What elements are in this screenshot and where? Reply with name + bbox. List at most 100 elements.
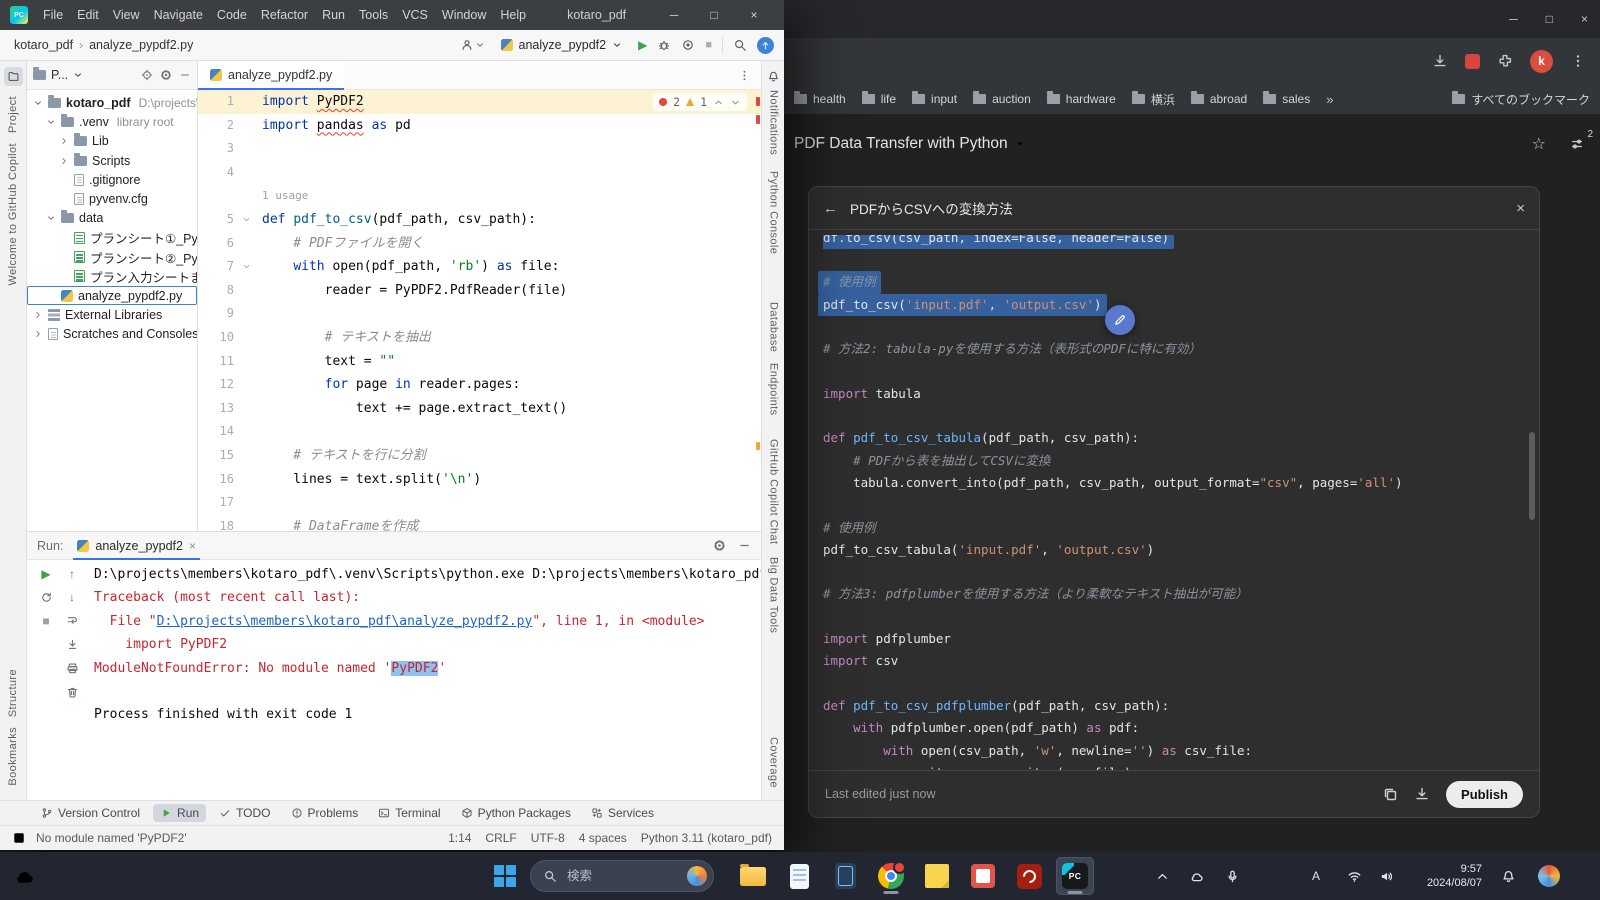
up-stack-trace-icon[interactable]: ↑	[69, 568, 75, 580]
menu-item-vcs[interactable]: VCS	[395, 0, 435, 30]
status-message[interactable]: No module named 'PyPDF2'	[36, 831, 187, 845]
model-settings-button[interactable]: 2	[1570, 137, 1584, 151]
tree-item[interactable]: data	[27, 209, 197, 228]
copilot-icon[interactable]	[1538, 865, 1560, 887]
tool-button-todo[interactable]: TODO	[212, 804, 277, 822]
user-menu-button[interactable]	[460, 38, 485, 52]
project-panel-title[interactable]: P...	[51, 68, 68, 82]
tree-item[interactable]: .gitignore	[27, 170, 197, 189]
extensions-puzzle-icon[interactable]	[1497, 53, 1513, 69]
tree-item[interactable]: .venvlibrary root	[27, 112, 197, 131]
minimize-icon[interactable]	[738, 539, 751, 552]
status-item[interactable]: UTF-8	[531, 831, 565, 845]
editor-tab[interactable]: analyze_pypdf2.py	[198, 61, 344, 89]
download-icon[interactable]	[1414, 786, 1430, 802]
tool-label-bookmarks[interactable]: Bookmarks	[8, 727, 19, 786]
volume-icon[interactable]	[1376, 852, 1396, 900]
run-button[interactable]: ▶	[638, 39, 647, 51]
tree-item[interactable]: Scratches and Consoles	[27, 325, 197, 344]
bookmark-item[interactable]: 横浜	[1132, 91, 1175, 108]
status-item[interactable]: Python 3.11 (kotaro_pdf)	[641, 831, 772, 845]
tool-label-structure[interactable]: Structure	[8, 669, 19, 717]
microphone-icon[interactable]	[1222, 852, 1242, 900]
gear-icon[interactable]	[160, 69, 172, 81]
tool-button-python-packages[interactable]: Python Packages	[454, 804, 578, 822]
onedrive-cloud-icon[interactable]	[1186, 852, 1206, 900]
tool-button-problems[interactable]: Problems	[284, 804, 366, 822]
hide-panel-icon[interactable]	[179, 69, 191, 81]
taskbar-app-chrome[interactable]	[872, 857, 910, 895]
taskbar-clock[interactable]: 9:57 2024/08/07	[1404, 852, 1482, 900]
tool-window-switcher-icon[interactable]	[12, 831, 26, 845]
bookmark-item[interactable]: auction	[973, 92, 1031, 106]
tool-button-run[interactable]: Run	[153, 804, 206, 822]
menu-item-refactor[interactable]: Refactor	[254, 0, 315, 30]
tree-item[interactable]: Lib	[27, 132, 197, 151]
chevron-down-icon[interactable]	[46, 213, 56, 223]
copy-icon[interactable]	[1382, 786, 1398, 802]
stop-button[interactable]: ■	[42, 615, 49, 627]
coverage-icon[interactable]	[681, 38, 695, 52]
taskbar-app-phone-link[interactable]	[826, 857, 864, 895]
breadcrumb-item[interactable]: kotaro_pdf	[14, 38, 73, 52]
chevron-down-icon[interactable]	[46, 117, 56, 127]
menu-item-view[interactable]: View	[106, 0, 147, 30]
next-issue-icon[interactable]	[730, 97, 741, 108]
tool-button-terminal[interactable]: Terminal	[371, 804, 447, 822]
tool-label-coverage[interactable]: Coverage	[768, 737, 779, 788]
bookmark-star-icon[interactable]: ☆	[1532, 134, 1546, 154]
tree-item[interactable]: analyze_pypdf2.py	[27, 286, 197, 305]
tool-label-project[interactable]: Project	[8, 96, 19, 133]
taskbar-app-sticky-notes[interactable]	[918, 857, 956, 895]
menu-item-help[interactable]: Help	[493, 0, 533, 30]
clear-console-icon[interactable]	[66, 686, 79, 699]
close-icon[interactable]: ×	[1516, 200, 1525, 217]
profile-avatar[interactable]: k	[1530, 50, 1553, 73]
fold-chevron-icon[interactable]	[239, 208, 254, 232]
ide-close-button[interactable]: ×	[734, 8, 774, 22]
tool-label-python-console[interactable]: Python Console	[768, 171, 779, 254]
tool-label-database[interactable]: Database	[768, 302, 779, 352]
down-stack-trace-icon[interactable]: ↓	[69, 591, 75, 603]
update-project-button[interactable]	[757, 37, 774, 54]
start-button[interactable]	[494, 865, 516, 887]
bookmarks-overflow-chevron[interactable]: »	[1326, 92, 1333, 107]
close-icon[interactable]: ×	[189, 539, 196, 553]
fold-chevron-icon[interactable]	[239, 255, 254, 279]
taskbar-app-pycharm[interactable]: PC	[1056, 857, 1094, 895]
prev-issue-icon[interactable]	[713, 97, 724, 108]
publish-button[interactable]: Publish	[1446, 781, 1523, 808]
scroll-to-end-icon[interactable]	[66, 638, 79, 651]
tool-button-services[interactable]: Services	[584, 804, 661, 822]
tree-item[interactable]: pyvenv.cfg	[27, 189, 197, 208]
bookmark-item[interactable]: life	[862, 92, 896, 106]
gear-icon[interactable]	[713, 539, 726, 552]
bookmark-item[interactable]: sales	[1263, 92, 1310, 106]
locate-icon[interactable]	[141, 69, 153, 81]
browser-maximize-button[interactable]: □	[1546, 12, 1553, 26]
restart-icon[interactable]	[40, 591, 53, 604]
debug-bug-icon[interactable]	[657, 38, 671, 52]
menu-item-tools[interactable]: Tools	[352, 0, 395, 30]
conversation-title[interactable]: PDF Data Transfer with Python	[794, 135, 1008, 153]
tree-item[interactable]: kotaro_pdfD:\projects\m	[27, 93, 197, 112]
editor-content[interactable]: 1import PyPDF22import pandas as pd341 us…	[198, 90, 761, 531]
browser-minimize-button[interactable]: ─	[1509, 12, 1518, 26]
console-file-link[interactable]: D:\projects\members\kotaro_pdf\analyze_p…	[157, 614, 533, 629]
extension-icon[interactable]	[1465, 54, 1480, 69]
back-icon[interactable]: ←	[823, 200, 838, 217]
canvas-selection-action-button[interactable]	[1105, 305, 1135, 335]
widgets-weather-icon[interactable]	[12, 864, 36, 888]
breadcrumb-item[interactable]: analyze_pypdf2.py	[89, 38, 193, 52]
status-item[interactable]: 4 spaces	[579, 831, 627, 845]
chevron-right-icon[interactable]	[59, 136, 69, 146]
tree-item[interactable]: プランシート①_Pyth...	[27, 228, 197, 247]
taskbar-app-explorer[interactable]	[734, 857, 772, 895]
notifications-bell-icon[interactable]	[1498, 852, 1518, 900]
tool-label-endpoints[interactable]: Endpoints	[768, 363, 779, 416]
status-item[interactable]: 1:14	[448, 831, 471, 845]
canvas-code-editor[interactable]: df.to_csv(csv_path, index=False, header=…	[809, 230, 1539, 770]
menu-item-edit[interactable]: Edit	[70, 0, 106, 30]
stop-button[interactable]: ■	[705, 40, 712, 51]
tree-item[interactable]: External Libraries	[27, 305, 197, 324]
